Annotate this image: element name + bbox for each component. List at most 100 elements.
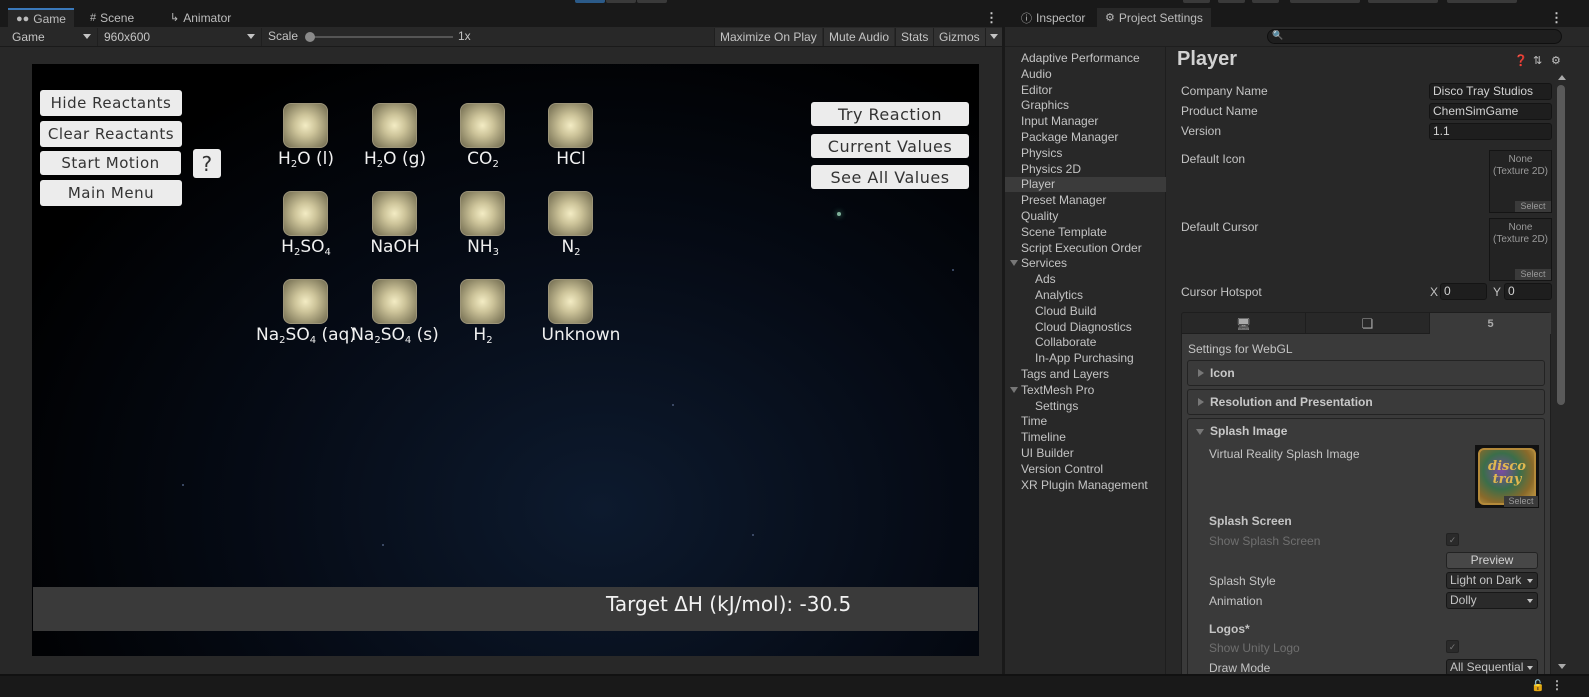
select-button[interactable]: Select — [1515, 201, 1551, 212]
toolbar-button[interactable] — [1218, 0, 1245, 3]
sidebar-item-cloud-diagnostics[interactable]: Cloud Diagnostics — [1005, 320, 1166, 335]
sidebar-item-collaborate[interactable]: Collaborate — [1005, 335, 1166, 350]
maximize-on-play-toggle[interactable]: Maximize On Play — [714, 28, 822, 46]
display-dropdown[interactable]: Game — [8, 28, 98, 46]
splash-style-dropdown[interactable]: Light on Dark — [1446, 572, 1538, 589]
toolbar-button[interactable] — [1447, 0, 1517, 3]
help-button[interactable]: ? — [193, 149, 221, 178]
preview-button[interactable]: Preview — [1446, 552, 1538, 569]
reactant-tile[interactable] — [283, 103, 328, 148]
scroll-up-icon[interactable] — [1558, 75, 1566, 80]
reactant-tile[interactable] — [548, 103, 593, 148]
sidebar-item-analytics[interactable]: Analytics — [1005, 288, 1166, 303]
sidebar-item-settings[interactable]: Settings — [1005, 399, 1166, 414]
reactant-item[interactable]: H2O (g) — [350, 103, 440, 183]
foldout-icon[interactable]: Icon — [1187, 360, 1545, 386]
sidebar-item-textmesh-pro[interactable]: TextMesh Pro — [1005, 383, 1166, 398]
reactant-item[interactable]: NH3 — [438, 191, 528, 271]
select-button[interactable]: Select — [1515, 269, 1551, 280]
pause-button[interactable] — [606, 0, 636, 3]
tab-standalone[interactable]: 🖥 — [1182, 313, 1306, 334]
sidebar-item-physics-2d[interactable]: Physics 2D — [1005, 162, 1166, 177]
lock-icon[interactable]: 🔓 — [1531, 679, 1545, 692]
tab-project-settings[interactable]: ⚙ Project Settings — [1097, 8, 1211, 27]
scrollbar-thumb[interactable] — [1557, 85, 1565, 405]
foldout-resolution[interactable]: Resolution and Presentation — [1187, 389, 1545, 415]
reactant-tile[interactable] — [283, 279, 328, 324]
tab-webgl[interactable]: 5 — [1430, 313, 1551, 334]
hide-reactants-button[interactable]: Hide Reactants — [40, 90, 182, 116]
reactant-item[interactable]: N2 — [526, 191, 616, 271]
scale-slider-thumb[interactable] — [305, 32, 315, 42]
sidebar-item-graphics[interactable]: Graphics — [1005, 98, 1166, 113]
scale-slider-track[interactable] — [310, 36, 453, 38]
sidebar-item-tags-and-layers[interactable]: Tags and Layers — [1005, 367, 1166, 382]
reactant-item[interactable]: Unknown — [526, 279, 620, 359]
sidebar-item-cloud-build[interactable]: Cloud Build — [1005, 304, 1166, 319]
sidebar-item-input-manager[interactable]: Input Manager — [1005, 114, 1166, 129]
more-options-icon[interactable]: ⋮ — [985, 10, 998, 26]
triangle-down-icon[interactable] — [1010, 386, 1018, 393]
sidebar-item-audio[interactable]: Audio — [1005, 67, 1166, 82]
sidebar-item-time[interactable]: Time — [1005, 414, 1166, 429]
presets-icon[interactable]: ⇅ — [1533, 54, 1542, 67]
sidebar-item-ui-builder[interactable]: UI Builder — [1005, 446, 1166, 461]
reactant-tile[interactable] — [372, 103, 417, 148]
hotspot-x-field[interactable]: 0 — [1440, 283, 1487, 300]
toolbar-button[interactable] — [1368, 0, 1438, 3]
default-icon-field[interactable]: None (Texture 2D) Select — [1489, 150, 1552, 213]
reactant-tile[interactable] — [460, 103, 505, 148]
tab-animator[interactable]: ↳ Animator — [162, 8, 239, 27]
sidebar-item-editor[interactable]: Editor — [1005, 83, 1166, 98]
gizmos-dropdown[interactable] — [985, 28, 1002, 46]
current-values-button[interactable]: Current Values — [811, 134, 969, 158]
tab-inspector[interactable]: ⓘ Inspector — [1013, 8, 1093, 27]
sidebar-item-adaptive-performance[interactable]: Adaptive Performance — [1005, 51, 1166, 66]
sidebar-item-version-control[interactable]: Version Control — [1005, 462, 1166, 477]
reactant-item[interactable]: HCl — [526, 103, 616, 183]
reactant-tile[interactable] — [548, 279, 593, 324]
sidebar-item-script-execution-order[interactable]: Script Execution Order — [1005, 241, 1166, 256]
reactant-item[interactable]: H2 — [438, 279, 528, 359]
sidebar-item-package-manager[interactable]: Package Manager — [1005, 130, 1166, 145]
reactant-item[interactable]: H2O (l) — [261, 103, 351, 183]
toolbar-button[interactable] — [1183, 0, 1210, 3]
step-button[interactable] — [637, 0, 667, 3]
toolbar-button[interactable] — [1290, 0, 1360, 3]
product-name-field[interactable]: ChemSimGame — [1429, 103, 1552, 120]
reactant-tile[interactable] — [372, 279, 417, 324]
more-options-icon[interactable]: ⋮ — [1550, 10, 1563, 26]
sidebar-item-quality[interactable]: Quality — [1005, 209, 1166, 224]
reactant-item[interactable]: Na2SO4 (s) — [350, 279, 440, 359]
resolution-dropdown[interactable]: 960x600 — [100, 28, 262, 46]
animation-dropdown[interactable]: Dolly — [1446, 592, 1538, 609]
sidebar-item-in-app-purchasing[interactable]: In-App Purchasing — [1005, 351, 1166, 366]
sidebar-item-timeline[interactable]: Timeline — [1005, 430, 1166, 445]
tab-scene[interactable]: # Scene — [82, 8, 142, 27]
sidebar-item-services[interactable]: Services — [1005, 256, 1166, 271]
show-unity-logo-checkbox[interactable]: ✓ — [1446, 640, 1459, 653]
reactant-tile[interactable] — [460, 279, 505, 324]
see-all-values-button[interactable]: See All Values — [811, 165, 969, 189]
sidebar-item-preset-manager[interactable]: Preset Manager — [1005, 193, 1166, 208]
sidebar-item-ads[interactable]: Ads — [1005, 272, 1166, 287]
reactant-item[interactable]: NaOH — [350, 191, 440, 271]
hotspot-y-field[interactable]: 0 — [1504, 283, 1552, 300]
gizmos-toggle[interactable]: Gizmos — [933, 28, 985, 46]
select-button[interactable]: Select — [1504, 496, 1538, 507]
mute-audio-toggle[interactable]: Mute Audio — [823, 28, 895, 46]
start-motion-button[interactable]: Start Motion — [40, 151, 181, 175]
tab-game[interactable]: ●● Game — [8, 8, 74, 27]
clear-reactants-button[interactable]: Clear Reactants — [40, 121, 182, 147]
reactant-tile[interactable] — [548, 191, 593, 236]
tab-windows[interactable]: ❏ — [1306, 313, 1430, 334]
company-name-field[interactable]: Disco Tray Studios — [1429, 83, 1552, 100]
reactant-tile[interactable] — [372, 191, 417, 236]
help-icon[interactable]: ❓ — [1514, 54, 1528, 67]
show-splash-checkbox[interactable]: ✓ — [1446, 533, 1459, 546]
main-menu-button[interactable]: Main Menu — [40, 180, 182, 206]
sidebar-item-player[interactable]: Player — [1005, 177, 1166, 193]
default-cursor-field[interactable]: None (Texture 2D) Select — [1489, 218, 1552, 281]
reactant-tile[interactable] — [460, 191, 505, 236]
gear-icon[interactable]: ⚙ — [1551, 54, 1561, 67]
